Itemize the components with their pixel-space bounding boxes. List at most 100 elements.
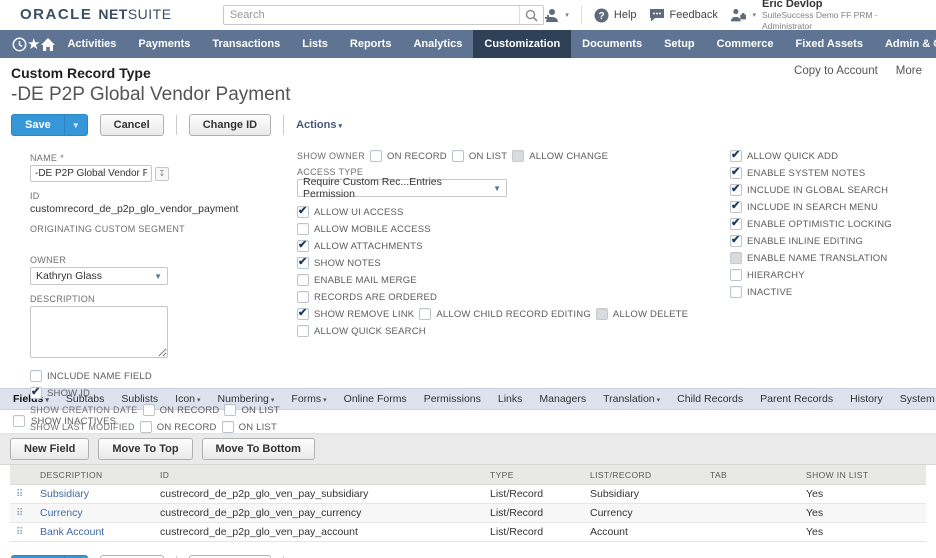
allow-quick-search-checkbox[interactable] — [297, 325, 309, 337]
description-textarea[interactable] — [30, 306, 168, 358]
recent-records-icon[interactable] — [12, 30, 27, 58]
search-icon[interactable] — [519, 6, 543, 24]
allow-change-label: ALLOW CHANGE — [529, 151, 608, 162]
show-notes-checkbox[interactable] — [297, 257, 309, 269]
change-id-button[interactable]: Change ID — [189, 114, 271, 136]
nav-commerce[interactable]: Commerce — [706, 30, 785, 58]
on-record-label: ON RECORD — [160, 405, 220, 416]
enable-inline-editing-label: ENABLE INLINE EDITING — [747, 236, 863, 247]
allow-mobile-access-checkbox[interactable] — [297, 223, 309, 235]
creation-date-on-record-checkbox[interactable] — [143, 404, 155, 416]
nav-analytics[interactable]: Analytics — [402, 30, 473, 58]
actions-menu[interactable]: Actions▾ — [296, 119, 342, 131]
home-icon[interactable] — [40, 30, 56, 58]
nav-reports[interactable]: Reports — [339, 30, 403, 58]
last-modified-on-record-checkbox[interactable] — [140, 421, 152, 433]
allow-ui-access-checkbox[interactable] — [297, 206, 309, 218]
expand-text-icon[interactable]: ↧ — [155, 167, 169, 181]
tab-managers[interactable]: Managers — [539, 393, 586, 405]
field-id: custrecord_de_p2p_glo_ven_pay_currency — [154, 504, 484, 523]
records-are-ordered-checkbox[interactable] — [297, 291, 309, 303]
add-person-icon — [544, 8, 560, 23]
nav-fixed-assets[interactable]: Fixed Assets — [785, 30, 874, 58]
field-show-in-list: Yes — [800, 523, 926, 542]
include-in-search-menu-label: INCLUDE IN SEARCH MENU — [747, 202, 878, 213]
logo-oracle: ORACLE — [20, 6, 92, 23]
cancel-button[interactable]: Cancel — [100, 114, 164, 136]
show-id-checkbox[interactable] — [30, 387, 42, 399]
last-modified-on-list-checkbox[interactable] — [222, 421, 234, 433]
search-input[interactable] — [224, 9, 520, 21]
move-to-top-button[interactable]: Move To Top — [98, 438, 192, 460]
tab-online-forms[interactable]: Online Forms — [344, 393, 407, 405]
on-list-label: ON LIST — [469, 151, 507, 162]
nav-admin-controls[interactable]: Admin & Controls (GRC) — [874, 30, 936, 58]
nav-lists[interactable]: Lists — [291, 30, 339, 58]
show-inactives-checkbox[interactable] — [13, 415, 25, 427]
tab-links[interactable]: Links — [498, 393, 523, 405]
tab-forms[interactable]: Forms▾ — [291, 393, 326, 405]
tab-translation[interactable]: Translation▾ — [603, 393, 660, 405]
nav-documents[interactable]: Documents — [571, 30, 653, 58]
tab-child-records[interactable]: Child Records — [677, 393, 743, 405]
name-input[interactable] — [30, 165, 152, 182]
tab-system-notes[interactable]: System Notes — [900, 393, 936, 405]
drag-handle-icon[interactable]: ⠿ — [16, 527, 23, 538]
allow-attachments-checkbox[interactable] — [297, 240, 309, 252]
column-drag — [10, 465, 34, 485]
include-name-field-checkbox[interactable] — [30, 370, 42, 382]
tab-parent-records[interactable]: Parent Records — [760, 393, 833, 405]
allow-change-checkbox — [512, 150, 524, 162]
allow-quick-add-checkbox[interactable] — [730, 150, 742, 162]
inactive-checkbox[interactable] — [730, 286, 742, 298]
field-show-in-list: Yes — [800, 504, 926, 523]
user-menu[interactable]: ▾ Eric Devlop SuiteSuccess Demo FF PRM -… — [730, 0, 926, 32]
feedback-menu[interactable]: Feedback — [649, 8, 718, 22]
nav-activities[interactable]: Activities — [56, 30, 127, 58]
show-owner-on-record-checkbox[interactable] — [370, 150, 382, 162]
include-in-search-menu-checkbox[interactable] — [730, 201, 742, 213]
field-link[interactable]: Subsidiary — [40, 488, 89, 500]
table-row: ⠿ Subsidiary custrecord_de_p2p_glo_ven_p… — [10, 485, 926, 504]
allow-child-record-editing-label: ALLOW CHILD RECORD EDITING — [436, 309, 591, 320]
tab-permissions[interactable]: Permissions — [424, 393, 481, 405]
enable-system-notes-checkbox[interactable] — [730, 167, 742, 179]
column-type: TYPE — [484, 465, 584, 485]
create-new-menu[interactable]: ▾ — [544, 8, 569, 23]
help-menu[interactable]: ? Help — [594, 8, 637, 23]
show-remove-link-checkbox[interactable] — [297, 308, 309, 320]
drag-handle-icon[interactable]: ⠿ — [16, 489, 23, 500]
allow-delete-label: ALLOW DELETE — [613, 309, 688, 320]
move-to-bottom-button[interactable]: Move To Bottom — [202, 438, 315, 460]
enable-mail-merge-checkbox[interactable] — [297, 274, 309, 286]
nav-setup[interactable]: Setup — [653, 30, 706, 58]
save-dropdown-icon[interactable]: ▼ — [64, 115, 87, 135]
include-in-global-search-checkbox[interactable] — [730, 184, 742, 196]
shortcuts-star-icon[interactable]: ★ — [27, 30, 40, 58]
copy-to-account-link[interactable]: Copy to Account — [794, 65, 878, 77]
creation-date-on-list-checkbox[interactable] — [224, 404, 236, 416]
field-show-in-list: Yes — [800, 485, 926, 504]
tab-history[interactable]: History — [850, 393, 883, 405]
enable-optimistic-locking-checkbox[interactable] — [730, 218, 742, 230]
enable-inline-editing-checkbox[interactable] — [730, 235, 742, 247]
field-link[interactable]: Currency — [40, 507, 83, 519]
more-link[interactable]: More — [896, 65, 922, 77]
owner-select[interactable]: Kathryn Glass ▼ — [30, 267, 168, 285]
show-owner-on-list-checkbox[interactable] — [452, 150, 464, 162]
drag-handle-icon[interactable]: ⠿ — [16, 508, 23, 519]
access-type-select[interactable]: Require Custom Rec...Entries Permission … — [297, 179, 507, 197]
on-list-label: ON LIST — [239, 422, 277, 433]
divider — [176, 115, 177, 135]
nav-transactions[interactable]: Transactions — [201, 30, 291, 58]
allow-child-record-editing-checkbox[interactable] — [419, 308, 431, 320]
new-field-button[interactable]: New Field — [10, 438, 89, 460]
include-name-field-label: INCLUDE NAME FIELD — [47, 371, 152, 382]
field-link[interactable]: Bank Account — [40, 526, 104, 538]
hierarchy-checkbox[interactable] — [730, 269, 742, 281]
nav-payments[interactable]: Payments — [127, 30, 201, 58]
allow-delete-checkbox — [596, 308, 608, 320]
nav-customization[interactable]: Customization — [473, 30, 571, 58]
save-button[interactable]: Save ▼ — [11, 114, 88, 136]
field-tab — [704, 523, 800, 542]
